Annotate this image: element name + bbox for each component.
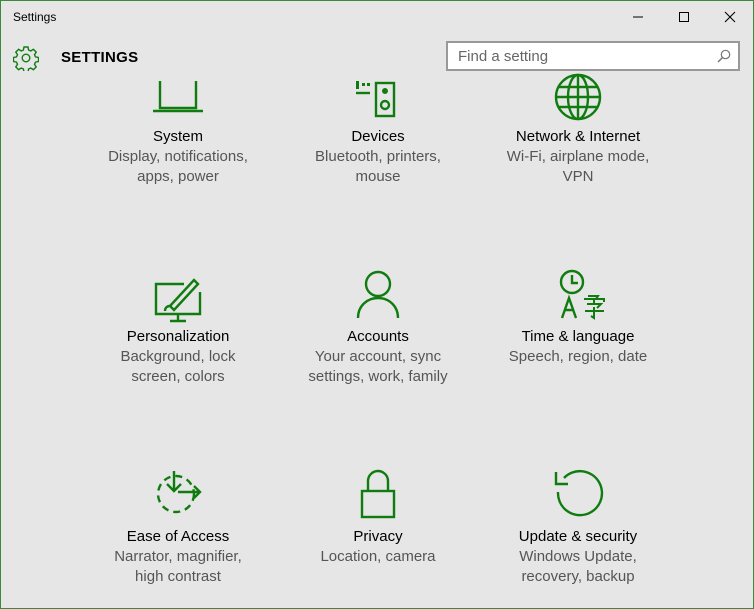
- category-name: Time & language: [521, 328, 635, 345]
- category-name: Update & security: [518, 528, 638, 545]
- maximize-icon: [679, 12, 689, 22]
- ease-of-access-icon: [156, 471, 202, 514]
- category-ease-of-access[interactable]: Ease of Access Narrator, magnifier, high …: [78, 461, 278, 608]
- category-description: Windows Update, recovery, backup: [519, 548, 637, 585]
- category-name: System: [152, 128, 203, 145]
- category-description: Bluetooth, printers, mouse: [315, 148, 441, 185]
- category-description: Location, camera: [320, 548, 436, 565]
- lock-icon: [360, 469, 396, 519]
- category-name: Accounts: [347, 328, 409, 345]
- gear-icon: [13, 46, 39, 71]
- close-icon: [724, 11, 736, 23]
- category-name: Personalization: [126, 328, 230, 345]
- category-personalization[interactable]: Personalization Background, lock screen, …: [78, 261, 278, 431]
- category-name: Network & Internet: [515, 128, 641, 145]
- category-description: Display, notifications, apps, power: [108, 148, 248, 185]
- personalization-icon: [154, 278, 202, 323]
- category-name: Privacy: [353, 528, 403, 545]
- person-icon: [356, 270, 400, 319]
- category-description: Your account, sync settings, work, family: [308, 348, 448, 385]
- maximize-button[interactable]: [661, 1, 707, 33]
- category-description: Background, lock screen, colors: [120, 348, 236, 385]
- category-network-internet[interactable]: Network & Internet Wi-Fi, airplane mode,…: [478, 61, 678, 231]
- time-language-icon: [559, 269, 605, 320]
- update-icon: [554, 469, 604, 517]
- category-description: Wi-Fi, airplane mode, VPN: [506, 148, 650, 185]
- close-button[interactable]: [707, 1, 753, 33]
- category-update-security[interactable]: Update & security Windows Update, recover…: [478, 461, 678, 608]
- category-privacy[interactable]: Privacy Location, camera: [278, 461, 478, 608]
- title-bar[interactable]: Settings: [1, 1, 753, 33]
- laptop-icon: [153, 81, 203, 113]
- globe-icon: [554, 73, 602, 121]
- settings-window: Settings SETTINGS System: [0, 0, 754, 609]
- category-accounts[interactable]: Accounts Your account, sync settings, wor…: [278, 261, 478, 431]
- window-title: Settings: [13, 10, 57, 24]
- search-icon[interactable]: [716, 48, 732, 64]
- category-description: Speech, region, date: [508, 348, 648, 365]
- category-system[interactable]: System Display, notifications, apps, powe…: [78, 61, 278, 231]
- category-name: Ease of Access: [126, 528, 230, 545]
- minimize-icon: [633, 16, 643, 18]
- minimize-button[interactable]: [615, 1, 661, 33]
- category-time-language[interactable]: Time & language Speech, region, date: [478, 261, 678, 431]
- category-description: Narrator, magnifier, high contrast: [114, 548, 242, 585]
- category-name: Devices: [351, 128, 405, 145]
- category-devices[interactable]: Devices Bluetooth, printers, mouse: [278, 61, 478, 231]
- devices-icon: [356, 81, 396, 118]
